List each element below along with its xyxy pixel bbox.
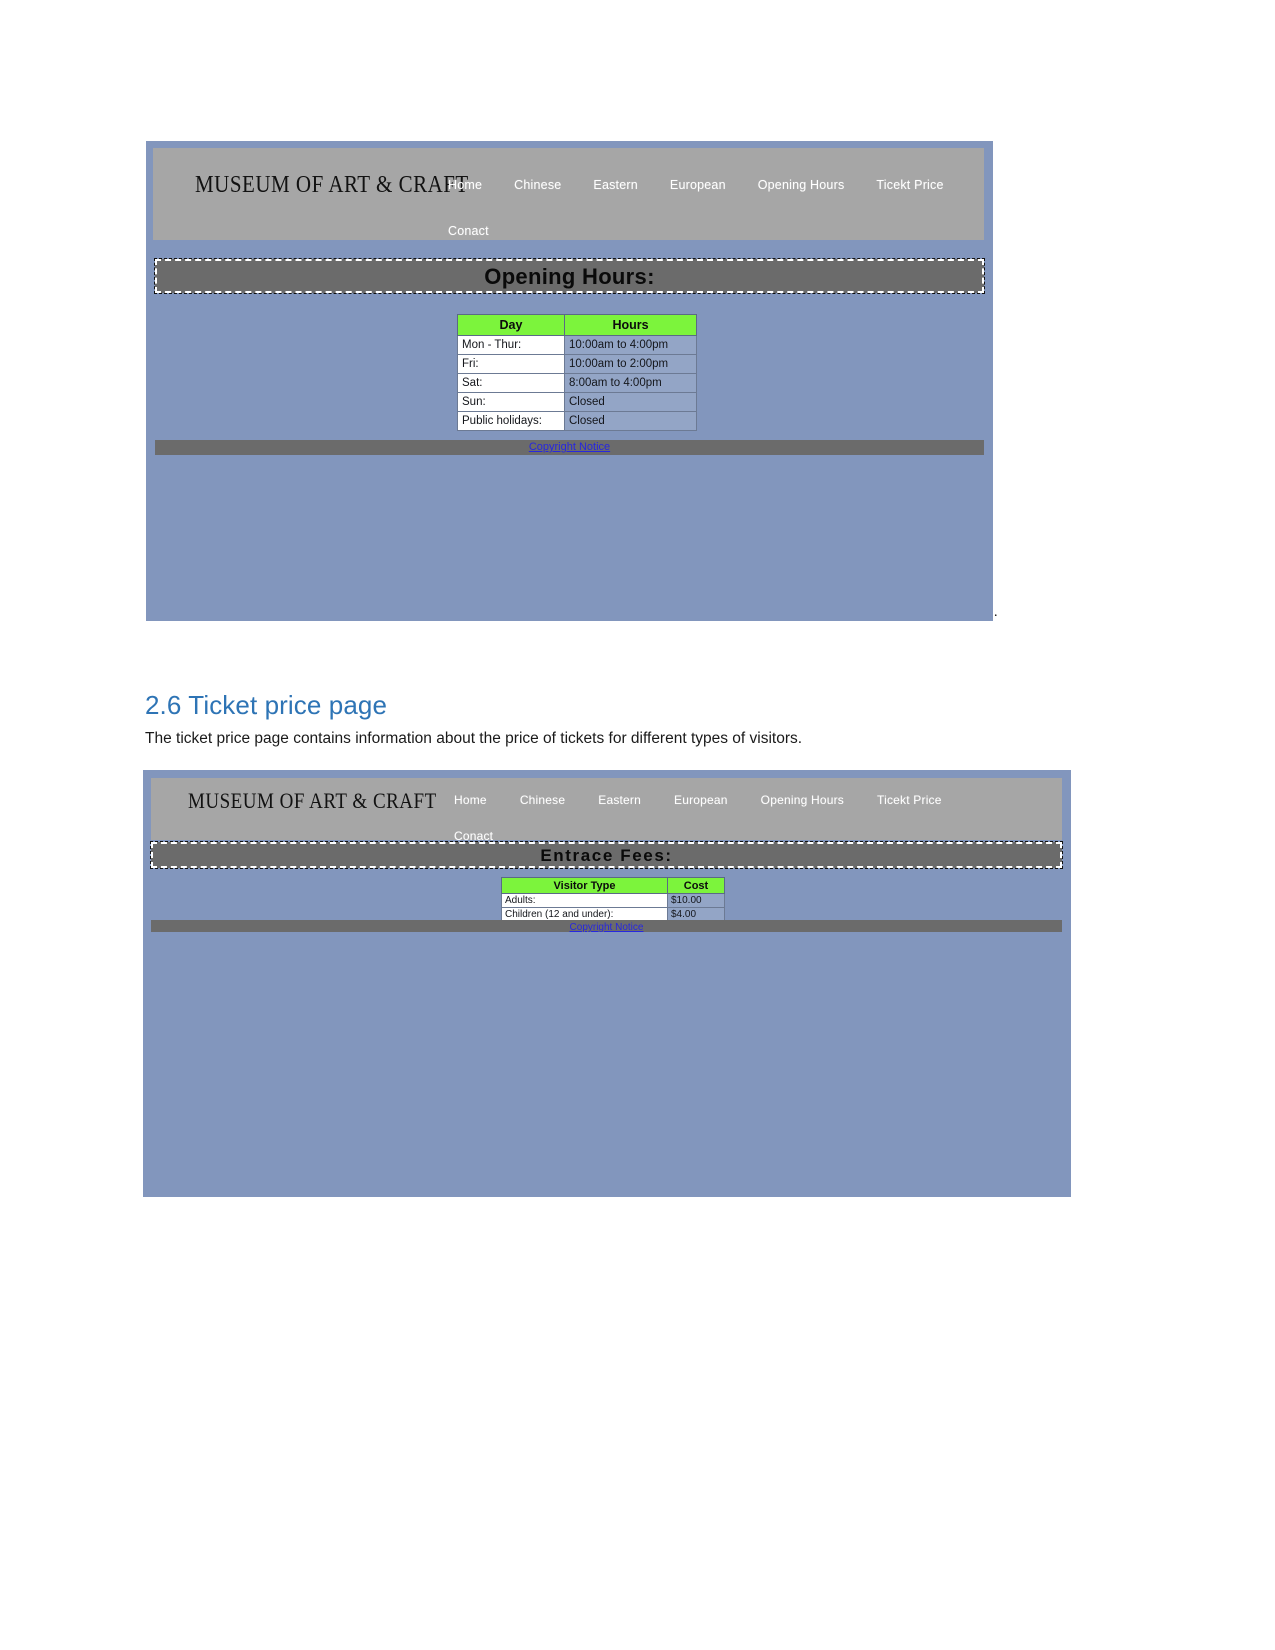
table-row: Mon - Thur: 10:00am to 4:00pm [457,335,697,355]
nav-item-opening-hours[interactable]: Opening Hours [758,178,845,192]
page-title: Opening Hours: [154,258,985,294]
nav-item-ticket-price[interactable]: Ticekt Price [877,793,942,807]
nav-item-eastern[interactable]: Eastern [593,178,637,192]
nav-item-contact[interactable]: Conact [454,829,493,843]
section-heading: 2.6 Ticket price page [145,690,388,720]
table-row: Sat: 8:00am to 4:00pm [457,373,697,393]
table-row: Sun: Closed [457,392,697,412]
cell-hours: 8:00am to 4:00pm [564,373,697,393]
main-navigation[interactable]: Home Chinese Eastern European Opening Ho… [448,178,968,238]
cell-hours: Closed [564,411,697,431]
copyright-notice-link[interactable]: Copyright Notice [570,922,644,933]
cell-cost: $10.00 [667,893,725,908]
site-brand: MUSEUM OF ART & CRAFT [188,789,437,814]
table-row: Fri: 10:00am to 2:00pm [457,354,697,374]
nav-item-chinese[interactable]: Chinese [520,793,565,807]
table-row: Public holidays: Closed [457,411,697,431]
cell-visitor-type: Adults: [501,893,668,908]
cell-hours: 10:00am to 2:00pm [564,354,697,374]
section-paragraph: The ticket price page contains informati… [145,730,803,747]
nav-item-contact[interactable]: Conact [448,224,489,238]
cell-day: Fri: [457,354,565,374]
nav-item-chinese[interactable]: Chinese [514,178,561,192]
trailing-period: . [994,605,998,620]
cell-hours: 10:00am to 4:00pm [564,335,697,355]
copyright-notice-link[interactable]: Copyright Notice [529,441,610,453]
column-header-day: Day [457,314,565,336]
ticket-price-screenshot: MUSEUM OF ART & CRAFT Home Chinese Easte… [143,770,1071,1197]
nav-item-ticket-price[interactable]: Ticekt Price [876,178,943,192]
nav-item-opening-hours[interactable]: Opening Hours [761,793,844,807]
site-footer: Copyright Notice [155,440,984,455]
site-brand: MUSEUM OF ART & CRAFT [195,169,469,199]
table-row: Adults: $10.00 [501,893,725,908]
site-header: MUSEUM OF ART & CRAFT Home Chinese Easte… [151,778,1062,843]
page-title: Entrace Fees: [150,841,1063,869]
column-header-visitor-type: Visitor Type [501,877,668,894]
column-header-cost: Cost [667,877,725,894]
column-header-hours: Hours [564,314,697,336]
cell-day: Mon - Thur: [457,335,565,355]
site-header: MUSEUM OF ART & CRAFT Home Chinese Easte… [153,148,984,240]
table-header-row: Visitor Type Cost [501,877,725,894]
site-footer: Copyright Notice [151,920,1062,933]
opening-hours-table: Day Hours Mon - Thur: 10:00am to 4:00pm … [457,314,697,431]
table-header-row: Day Hours [457,314,697,336]
nav-item-eastern[interactable]: Eastern [598,793,641,807]
nav-item-home[interactable]: Home [454,793,487,807]
cell-day: Public holidays: [457,411,565,431]
cell-day: Sun: [457,392,565,412]
cell-day: Sat: [457,373,565,393]
entrance-fees-table: Visitor Type Cost Adults: $10.00 Childre… [501,877,725,922]
opening-hours-screenshot: MUSEUM OF ART & CRAFT Home Chinese Easte… [146,141,993,621]
nav-item-european[interactable]: European [674,793,728,807]
cell-hours: Closed [564,392,697,412]
nav-item-european[interactable]: European [670,178,726,192]
nav-item-home[interactable]: Home [448,178,482,192]
main-navigation[interactable]: Home Chinese Eastern European Opening Ho… [454,793,1034,843]
